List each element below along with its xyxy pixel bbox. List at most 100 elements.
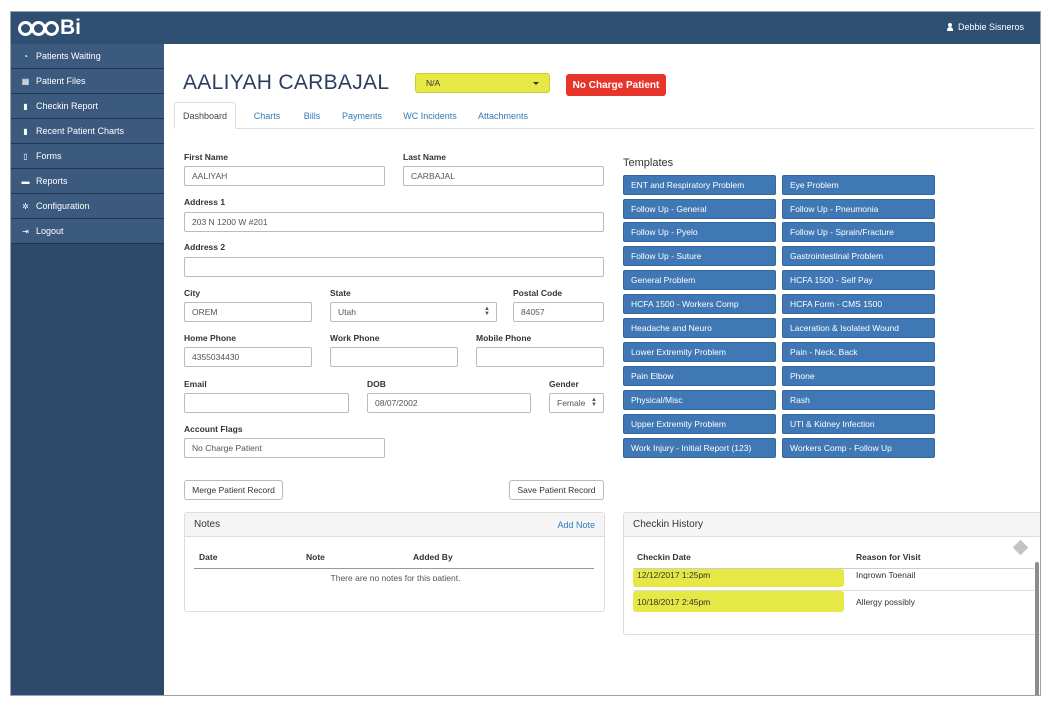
home-phone-input[interactable]: 4355034430 — [184, 347, 312, 367]
divider — [194, 568, 594, 569]
logo[interactable]: Bi — [18, 16, 81, 40]
template-button[interactable]: Headache and Neuro — [623, 318, 776, 338]
template-button[interactable]: Follow Up - Suture — [623, 246, 776, 266]
template-button[interactable]: General Problem — [623, 270, 776, 290]
sidebar-item-label: Forms — [36, 151, 62, 161]
template-button[interactable]: Workers Comp - Follow Up — [782, 438, 935, 458]
template-button[interactable]: HCFA 1500 - Self Pay — [782, 270, 935, 290]
user-menu[interactable]: Debbie Sisneros — [946, 22, 1024, 32]
folder-icon: ▬ — [21, 176, 30, 186]
gender-select[interactable]: Female ▲ ▼ — [549, 393, 604, 413]
template-button[interactable]: HCFA 1500 - Workers Comp — [623, 294, 776, 314]
account-flags-input[interactable]: No Charge Patient — [184, 438, 385, 458]
checkin-date: 12/12/2017 1:25pm — [637, 570, 711, 579]
updown-icon: ▲ ▼ — [484, 306, 490, 317]
merge-patient-button[interactable]: Merge Patient Record — [184, 480, 283, 500]
email-input[interactable] — [184, 393, 349, 413]
address2-input[interactable] — [184, 257, 604, 277]
notes-col-note: Note — [306, 552, 325, 562]
tab-bar: Dashboard Charts Bills Payments WC Incid… — [174, 102, 1034, 129]
templates-title: Templates — [623, 157, 674, 169]
tab-attachments[interactable]: Attachments — [469, 102, 537, 129]
first-name-input[interactable]: AALIYAH — [184, 166, 385, 186]
mobile-phone-input[interactable] — [476, 347, 604, 367]
user-icon — [946, 23, 953, 31]
template-button[interactable]: Work Injury - Initial Report (123) — [623, 438, 776, 458]
address2-label: Address 2 — [184, 242, 226, 252]
scrollbar[interactable] — [1035, 562, 1039, 695]
sidebar-item-checkin-report[interactable]: ▮ Checkin Report — [11, 94, 164, 119]
postal-code-input[interactable]: 84057 — [513, 302, 604, 322]
checkin-col-date: Checkin Date — [637, 552, 691, 562]
template-button[interactable]: ENT and Respiratory Problem — [623, 175, 776, 195]
work-phone-input[interactable] — [330, 347, 458, 367]
template-button[interactable]: Pain - Neck, Back — [782, 342, 935, 362]
state-select[interactable]: Utah ▲ ▼ — [330, 302, 497, 322]
dob-input[interactable]: 08/07/2002 — [367, 393, 531, 413]
sidebar-item-label: Reports — [36, 176, 68, 186]
sidebar-item-logout[interactable]: ⇥ Logout — [11, 219, 164, 244]
city-input[interactable]: OREM — [184, 302, 312, 322]
sidebar-item-configuration[interactable]: ✲ Configuration — [11, 194, 164, 219]
tab-wc-incidents[interactable]: WC Incidents — [396, 102, 464, 129]
checkin-history-panel: Checkin History Checkin Date Reason for … — [623, 512, 1040, 635]
logo-ring — [44, 20, 59, 36]
checkin-title: Checkin History — [633, 519, 704, 530]
tab-dashboard[interactable]: Dashboard — [174, 102, 236, 129]
first-name-label: First Name — [184, 152, 228, 162]
notes-panel: Notes Add Note Date Note Added By There … — [184, 512, 605, 612]
sidebar-item-forms[interactable]: ▯ Forms — [11, 144, 164, 169]
app-window: Bi Debbie Sisneros ◔ Patients Waiting ▦ … — [10, 11, 1041, 696]
template-button[interactable]: Rash — [782, 390, 935, 410]
template-button[interactable]: Follow Up - Pyelo — [623, 222, 776, 242]
mobile-phone-label: Mobile Phone — [476, 333, 532, 343]
user-name: Debbie Sisneros — [957, 22, 1024, 32]
template-button[interactable]: Lower Extremity Problem — [623, 342, 776, 362]
no-charge-badge: No Charge Patient — [566, 74, 666, 96]
file-icon: ▮ — [23, 101, 28, 111]
file-icon: ▮ — [23, 126, 28, 136]
template-button[interactable]: Gastrointestinal Problem — [782, 246, 935, 266]
template-button[interactable]: Laceration & Isolated Wound — [782, 318, 935, 338]
state-value: Utah — [338, 307, 356, 317]
sidebar-item-reports[interactable]: ▬ Reports — [11, 169, 164, 194]
tab-payments[interactable]: Payments — [334, 102, 390, 129]
patient-flag-value: N/A — [426, 78, 441, 88]
template-button[interactable]: Phone — [782, 366, 935, 386]
template-button[interactable]: Eye Problem — [782, 175, 935, 195]
table-row[interactable]: 10/18/2017 2:45pm — [637, 597, 710, 607]
table-row[interactable]: 12/12/2017 1:25pm — [637, 570, 710, 579]
template-button[interactable]: Pain Elbow — [623, 366, 776, 386]
sidebar-item-label: Logout — [36, 226, 64, 236]
tab-bills[interactable]: Bills — [294, 102, 330, 129]
postal-code-label: Postal Code — [513, 288, 563, 298]
sidebar-item-patient-files[interactable]: ▦ Patient Files — [11, 69, 164, 94]
notes-header: Notes Add Note — [185, 513, 604, 537]
save-patient-button[interactable]: Save Patient Record — [509, 480, 604, 500]
template-button[interactable]: Physical/Misc — [623, 390, 776, 410]
sidebar-item-patients-waiting[interactable]: ◔ Patients Waiting — [11, 44, 164, 69]
logout-icon: ⇥ — [22, 226, 29, 236]
sidebar-item-label: Patient Files — [36, 76, 86, 86]
template-button[interactable]: UTI & Kidney Infection — [782, 414, 935, 434]
sidebar-item-recent-patient-charts[interactable]: ▮ Recent Patient Charts — [11, 119, 164, 144]
address1-label: Address 1 — [184, 197, 226, 207]
last-name-input[interactable]: CARBAJAL — [403, 166, 604, 186]
updown-icon: ▲ ▼ — [591, 397, 597, 408]
tab-charts[interactable]: Charts — [244, 102, 290, 129]
template-button[interactable]: HCFA Form - CMS 1500 — [782, 294, 935, 314]
gender-value: Female — [557, 398, 586, 408]
template-button[interactable]: Follow Up - General — [623, 199, 776, 219]
page-title: AALIYAH CARBAJAL — [183, 71, 390, 94]
template-button[interactable]: Follow Up - Sprain/Fracture — [782, 222, 935, 242]
patient-flag-select[interactable]: N/A — [415, 73, 550, 93]
sidebar-item-label: Recent Patient Charts — [36, 126, 125, 136]
chevron-down-icon — [533, 81, 539, 85]
notes-title: Notes — [194, 519, 221, 530]
sidebar-item-label: Patients Waiting — [36, 51, 101, 61]
checkin-col-reason: Reason for Visit — [856, 552, 921, 562]
template-button[interactable]: Upper Extremity Problem — [623, 414, 776, 434]
add-note-link[interactable]: Add Note — [557, 520, 595, 530]
template-button[interactable]: Follow Up - Pneumonia — [782, 199, 935, 219]
address1-input[interactable]: 203 N 1200 W #201 — [184, 212, 604, 232]
